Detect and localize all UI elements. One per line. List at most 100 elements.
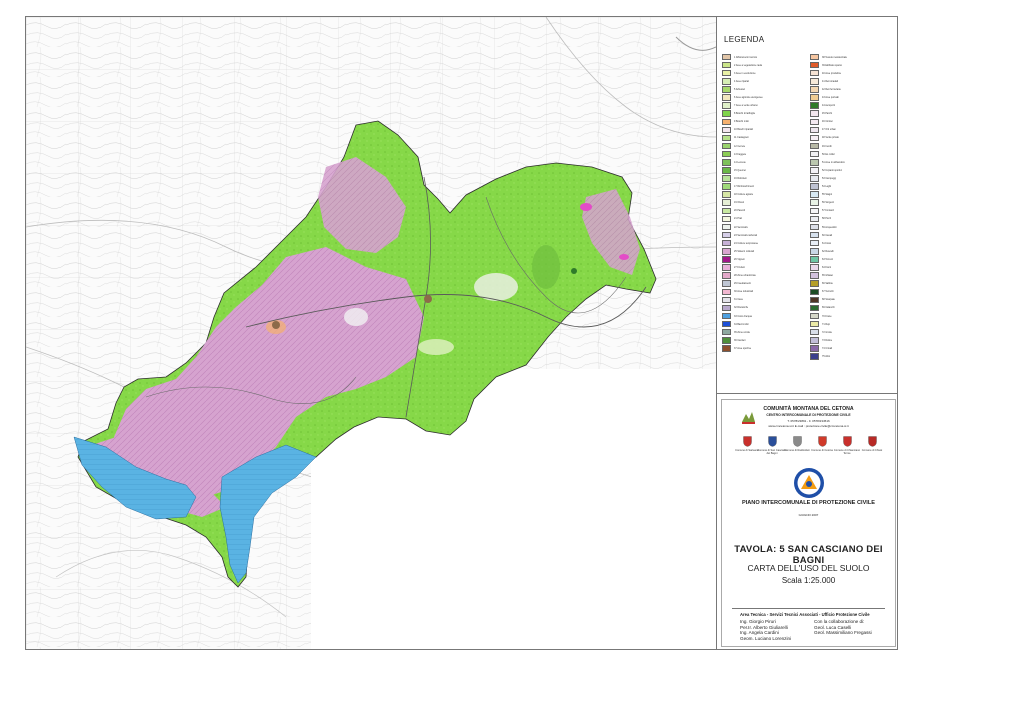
settlement-marker [424,295,432,303]
legend-item: 38 Tessuto residenziale [810,53,896,61]
legend-label: 46 Cimiteri [822,120,834,124]
legend-swatch [722,102,731,109]
field-patch [532,245,560,289]
legend-item: 12 Cerrete [722,142,808,150]
legend-swatch [722,175,731,182]
legend-label: 62 Ruscelli [822,249,834,253]
legend-item: 49 Incolti [810,142,896,150]
crest-shield-icon [742,436,752,447]
legend-item: 27 Frutteti [722,263,808,271]
legend-item: 56 Sorgenti [810,199,896,207]
legend-label: 69 Calanchi [822,306,835,310]
legend-item: 66 Sabbie [810,280,896,288]
civil-protection-centre: CENTRO INTERCOMUNALE DI PROTEZIONE CIVIL… [766,413,851,417]
legend-swatch [810,280,819,287]
legend-swatch [722,248,731,255]
legend-item: 22 Seminativi [722,223,808,231]
legend-item: 20 Pascoli [722,207,808,215]
legend-swatch [810,231,819,239]
legend-label: 61 Fossi [822,241,832,245]
legend-swatch [810,215,819,223]
legend-label: 56 Sorgenti [822,201,835,205]
legend-label: 20 Pascoli [734,209,746,213]
legend-swatch [722,264,731,271]
title-block: COMUNITÀ MONTANA DEL CETONA CENTRO INTER… [717,395,898,649]
legend-item: 2 Aree a vegetazione rada [722,61,808,69]
legend-swatch [722,159,731,166]
legend-label: 26 Vigneti [734,257,745,261]
legend-label: 49 Incolti [822,144,832,148]
legend-label: 18 Colture agrarie [734,193,754,197]
title-block-frame: COMUNITÀ MONTANA DEL CETONA CENTRO INTER… [721,399,896,647]
legend-label: 8 Boschi di latifoglie [734,112,756,116]
legend-item: 65 Ghiaieti [810,272,896,280]
legend-swatch [810,142,819,150]
legend-panel: LEGENDA 1 Affioramenti rocciosi 2 Aree a … [717,17,898,394]
legend-label: 3 Aree in evoluzione [734,71,756,75]
legend-label: 74 Crinali [822,346,833,350]
map-area[interactable] [26,17,716,649]
legend-label: 6 Aree agricole eterogenee [734,96,763,100]
legend-item: 55 Stagni [810,191,896,199]
legend-item: 70 Frane [810,312,896,320]
legend-item: 63 Torrenti [810,255,896,263]
legend-label: 23 Seminativi arborati [734,233,758,237]
legend-swatch [722,118,731,126]
legend-label: 11 Castagneti [734,136,749,140]
legend-item: 46 Cimiteri [810,118,896,126]
legend-swatch [810,353,819,360]
legend-swatch [722,61,731,69]
legend-label: 35 Zone umide [734,330,750,334]
legend-item: 67 Terrazzi [810,288,896,296]
legend-item: 13 Faggete [722,150,808,158]
legend-swatch [722,288,731,296]
vineyard-patch [580,203,592,211]
technical-area: Area Tecnica - Servizi Tecnici Associati… [740,612,870,617]
legend-label: 25 Sistemi colturali [734,249,755,253]
legend-label: 4 Aree ripariali [734,79,750,83]
legend-label: 19 Oliveti [734,201,744,205]
legend-column-right: 38 Tessuto residenziale 39 Edificato spar… [810,53,896,361]
legend-item: 5 Arbusteti [722,85,808,93]
legend-item: 14 Leccete [722,158,808,166]
legend-label: 14 Leccete [734,160,746,164]
legend-label: 43 Aree portuali [822,96,839,100]
legend-label: 41 Reti stradali [822,79,838,83]
legend-item: 53 Campeggi [810,174,896,182]
legend-swatch [722,328,731,336]
legend-swatch [810,86,819,93]
legend-label: 39 Edificato sparso [822,63,843,67]
legend-label: 12 Cerrete [734,144,746,148]
legend-swatch [810,150,819,158]
contact-web: www.cmcetona.si.it E-mail : protezione.c… [768,424,849,428]
legend-label: 67 Terrazzi [822,290,834,294]
legend-label: 34 Bacini idrici [734,322,750,326]
legend-item: 62 Ruscelli [810,247,896,255]
legend-label: 44 Aeroporti [822,104,835,108]
legend-item: 30 Aree industriali [722,288,808,296]
legend-swatch [810,304,819,312]
legend-item: 58 Pozzi [810,215,896,223]
person-name: Geom. Luciano Lorenzini [740,635,792,641]
legend-swatch [722,110,731,117]
legend-swatch [722,304,731,312]
legend-label: 9 Boschi misti [734,120,749,124]
plan-date: GIUGNO 2007 [798,513,819,517]
plan-title: PIANO INTERCOMUNALE DI PROTEZIONE CIVILE [741,500,875,506]
legend-label: 15 Querceti [734,168,747,172]
legend-swatch [722,142,731,150]
legend-item: 45 Parchi [810,110,896,118]
legend-item: 42 Reti ferroviarie [810,85,896,93]
legend-label: 53 Campeggi [822,176,837,180]
divider [732,608,885,609]
land-use-map [26,17,716,649]
legend-label: 29 Insediamenti [734,282,751,286]
legend-item: 26 Vigneti [722,255,808,263]
organization-name: COMUNITÀ MONTANA DEL CETONA [763,406,854,412]
legend-swatch [722,272,731,279]
legend-swatch [722,345,731,352]
legend-label: 47 Orti urbani [822,128,837,132]
settlement-marker [272,321,280,329]
legend-item: 41 Reti stradali [810,77,896,85]
legend-swatch [722,94,731,101]
